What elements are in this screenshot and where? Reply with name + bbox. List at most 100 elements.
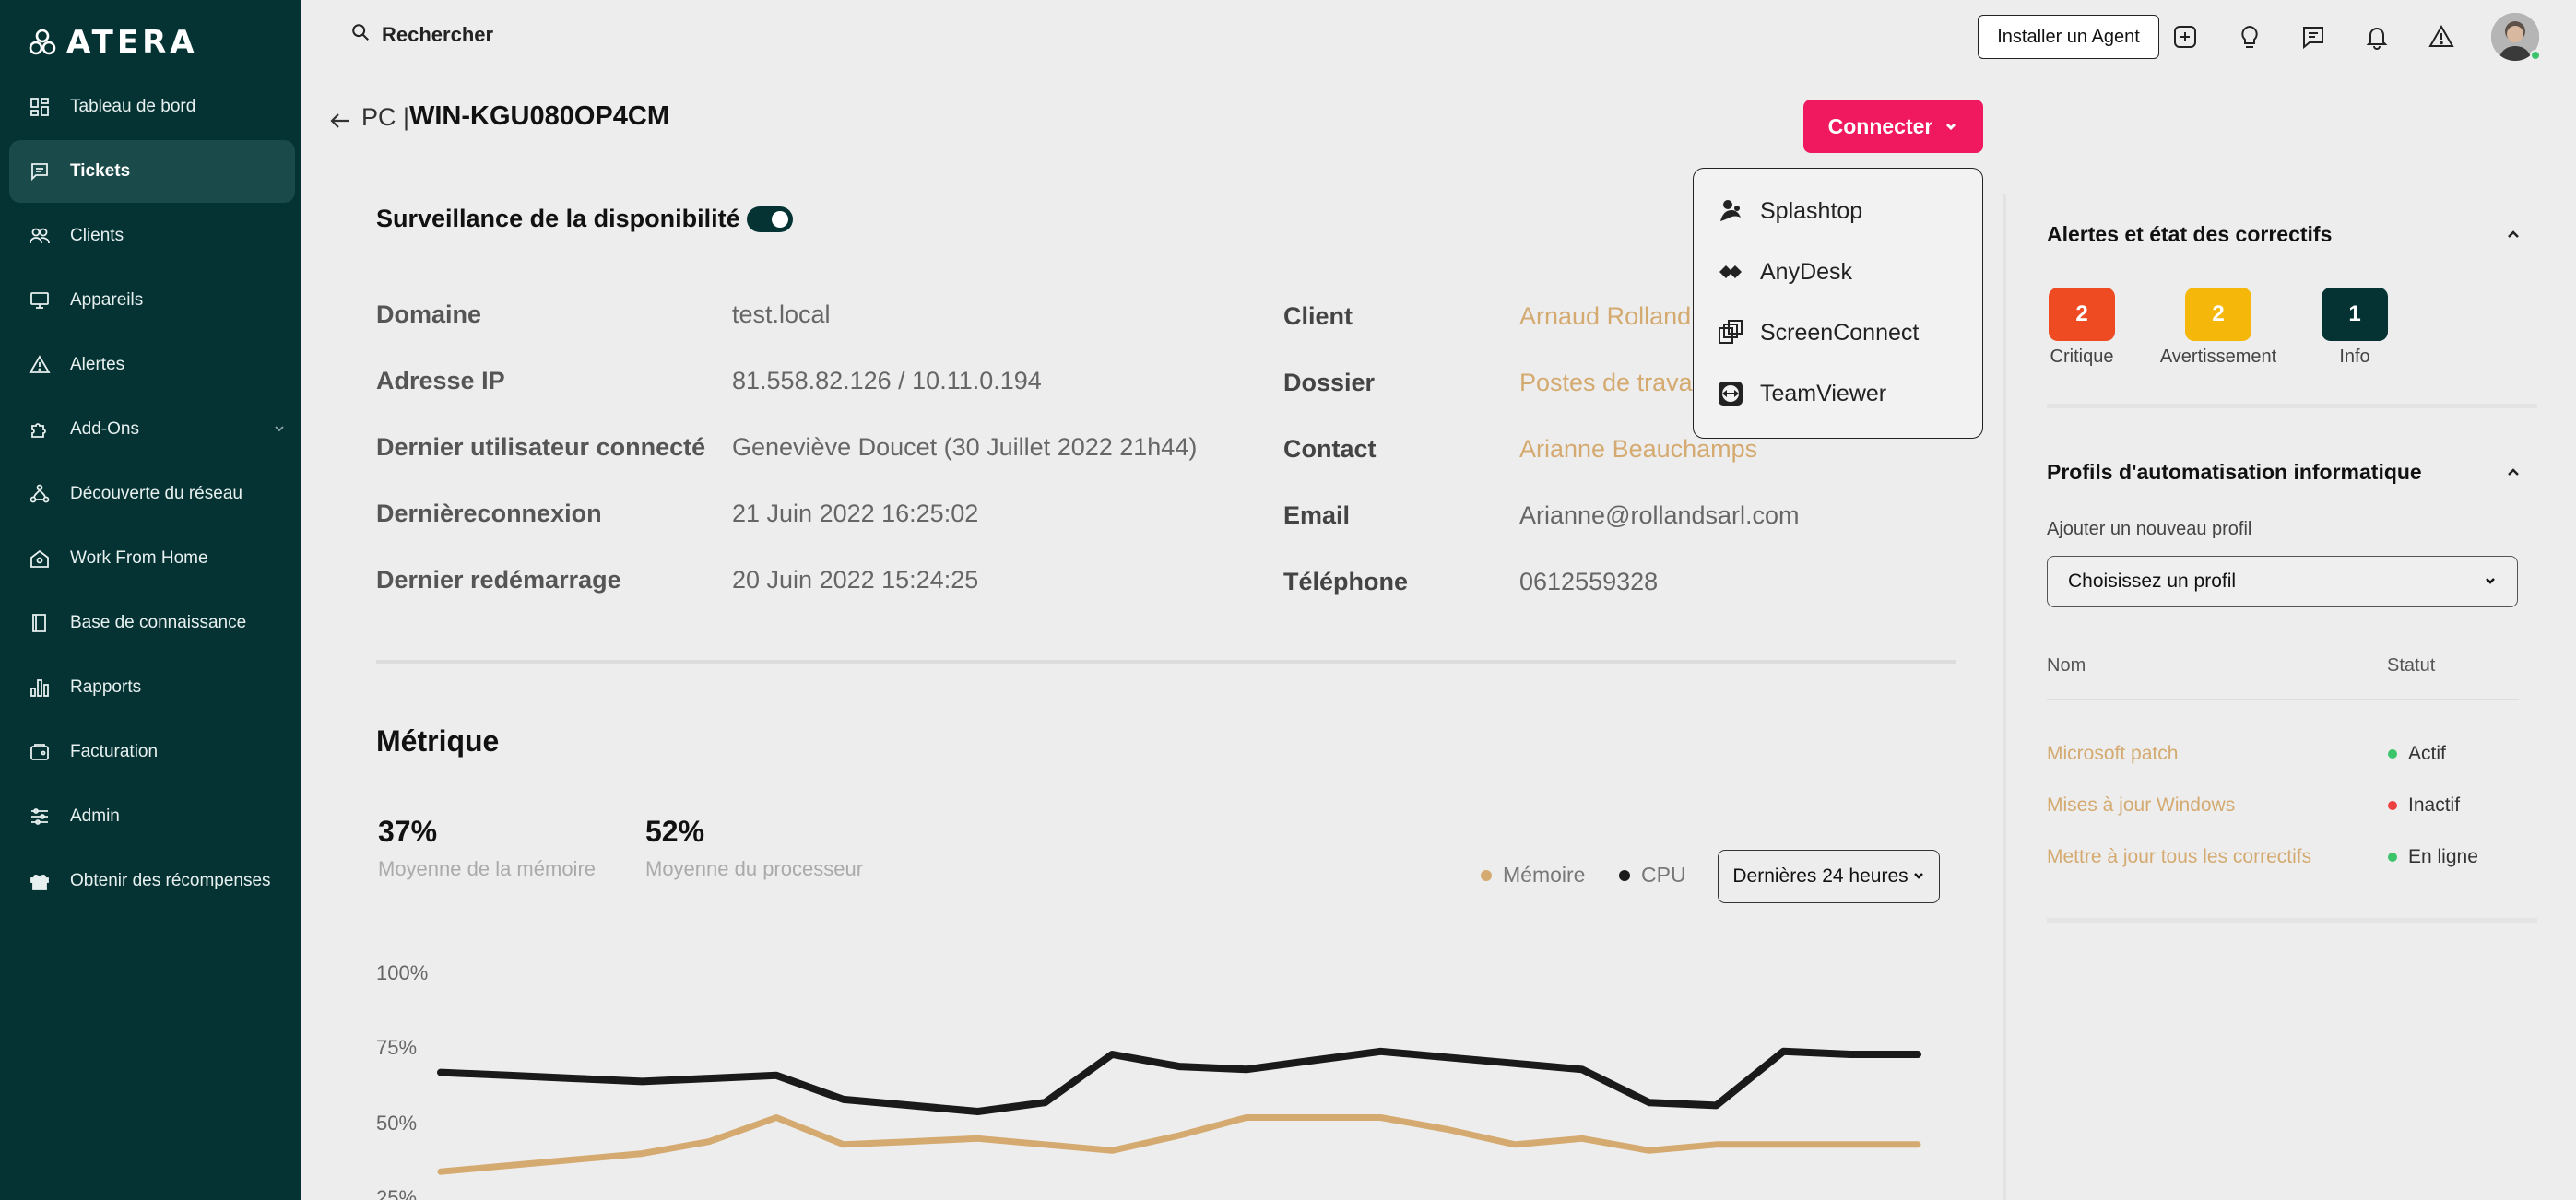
sidebar-item-label: Appareils [70,290,144,310]
sidebar-item-rewards[interactable]: Obtenir des récompenses [9,850,295,912]
add-profile-label: Ajouter un nouveau profil [2047,519,2252,539]
profile-status: Inactif [2388,794,2460,817]
sidebar-item-devices[interactable]: Appareils [9,269,295,332]
sidebar-item-addons[interactable]: Add-Ons [9,398,295,461]
period-select-label: Dernières 24 heures [1732,865,1908,887]
atera-logo-icon [29,29,56,55]
memory-average-value: 37% [378,815,438,848]
chevron-up-icon[interactable] [2504,225,2523,243]
menu-item-teamviewer[interactable]: TeamViewer [1716,375,1886,412]
info-label: Dossier [1283,369,1376,396]
sidebar-item-admin[interactable]: Admin [9,785,295,848]
online-status-dot [2530,50,2541,61]
info-value: Geneviève Doucet (30 Juillet 2022 21h44) [732,433,1198,461]
bell-icon[interactable] [2360,20,2393,53]
column-header-status: Statut [2387,655,2436,676]
legend-dot-memory [1481,869,1492,881]
logo[interactable]: ATERA [28,24,198,61]
contact-link[interactable]: Arianne Beauchamps [1519,435,1757,464]
menu-item-label: TeamViewer [1760,380,1887,406]
availability-toggle[interactable] [747,206,793,232]
client-link[interactable]: Arnaud Rolland [1519,302,1691,331]
sidebar-item-label: Alertes [70,355,125,374]
network-icon [28,482,52,506]
badge-label: Info [2339,347,2370,367]
connect-button[interactable]: Connecter [1803,100,1983,153]
sidebar-item-alerts[interactable]: Alertes [9,334,295,396]
menu-item-label: AnyDesk [1760,258,1853,285]
y-axis-tick: 75% [376,1036,418,1059]
lightbulb-icon[interactable] [2233,20,2266,53]
clients-icon [28,224,52,248]
message-icon[interactable] [2297,20,2330,53]
period-select[interactable]: Dernières 24 heures [1718,850,1940,903]
legend-label: Mémoire [1503,863,1586,887]
status-dot [2388,801,2397,810]
memory-average-label: Moyenne de la mémoire [378,857,597,880]
sidebar-item-dashboard[interactable]: Tableau de bord [9,76,295,138]
sidebar-item-label: Work From Home [70,548,208,568]
legend-memory: Mémoire [1481,863,1585,888]
metrics-title: Métrique [376,724,500,758]
badge-label: Avertissement [2159,347,2277,367]
table-divider [2047,699,2519,700]
info-label: Dernier redémarrage [376,566,621,594]
menu-item-splashtop[interactable]: Splashtop [1716,193,1862,229]
cpu-series-line [437,1047,1921,1115]
availability-monitoring-label: Surveillance de la disponibilité [376,205,740,232]
search-bar[interactable]: Rechercher [350,22,493,48]
y-axis-tick: 50% [376,1112,418,1135]
info-label: Email [1283,501,1351,529]
sidebar-item-knowledge-base[interactable]: Base de connaissance [9,592,295,654]
sidebar-item-label: Add-Ons [70,419,139,439]
info-label: Dernier utilisateur connecté [376,433,706,461]
sidebar-item-reports[interactable]: Rapports [9,656,295,719]
sidebar-item-tickets[interactable]: Tickets [9,140,295,203]
info-label: Adresse IP [376,367,505,394]
sidebar-item-label: Facturation [70,742,159,761]
install-agent-button[interactable]: Installer un Agent [1978,15,2159,59]
profile-name-link[interactable]: Microsoft patch [2047,743,2178,765]
menu-item-label: Splashtop [1760,197,1863,224]
column-header-name: Nom [2047,655,2086,676]
section-divider [2047,404,2537,408]
search-icon [350,22,371,48]
chevron-up-icon[interactable] [2504,463,2523,481]
add-icon[interactable] [2168,20,2202,53]
alerts-section-title: Alertes et état des correctifs [2047,222,2333,246]
cpu-average-value: 52% [645,815,705,848]
sidebar-item-clients[interactable]: Clients [9,205,295,267]
menu-item-screenconnect[interactable]: ScreenConnect [1716,314,1919,351]
connect-button-label: Connecter [1827,113,1933,138]
profile-name-link[interactable]: Mettre à jour tous les correctifs [2047,846,2311,868]
sidebar-item-label: Tickets [70,161,131,181]
splashtop-icon [1716,196,1745,226]
back-arrow-icon[interactable] [328,109,352,133]
folder-link[interactable]: Postes de travail [1519,369,1704,397]
y-axis-tick: 100% [376,961,429,984]
info-label: Client [1283,302,1353,330]
chevron-down-icon [1944,114,1958,139]
critical-badge[interactable]: 2 [2049,288,2115,341]
metrics-line-chart [437,1047,1921,1175]
sidebar-item-billing[interactable]: Facturation [9,721,295,783]
info-badge[interactable]: 1 [2322,288,2388,341]
sidebar-item-work-from-home[interactable]: Work From Home [9,527,295,590]
warning-icon[interactable] [2425,20,2458,53]
home-icon [28,547,52,571]
info-value: Arianne@rollandsarl.com [1519,501,1800,529]
badge-label: Critique [2050,347,2114,367]
ticket-icon [28,159,52,183]
warning-badge[interactable]: 2 [2185,288,2251,341]
profile-status: En ligne [2388,846,2478,868]
section-divider [376,660,1956,664]
profile-select[interactable]: Choisissez un profil [2047,556,2518,607]
menu-item-anydesk[interactable]: AnyDesk [1716,253,1852,290]
devices-icon [28,288,52,312]
alert-icon [28,353,52,377]
sidebar-item-label: Base de connaissance [70,613,247,632]
legend-cpu: CPU [1619,863,1686,888]
sidebar-item-network-discovery[interactable]: Découverte du réseau [9,463,295,525]
info-value: 21 Juin 2022 16:25:02 [732,500,979,527]
profile-name-link[interactable]: Mises à jour Windows [2047,794,2235,817]
